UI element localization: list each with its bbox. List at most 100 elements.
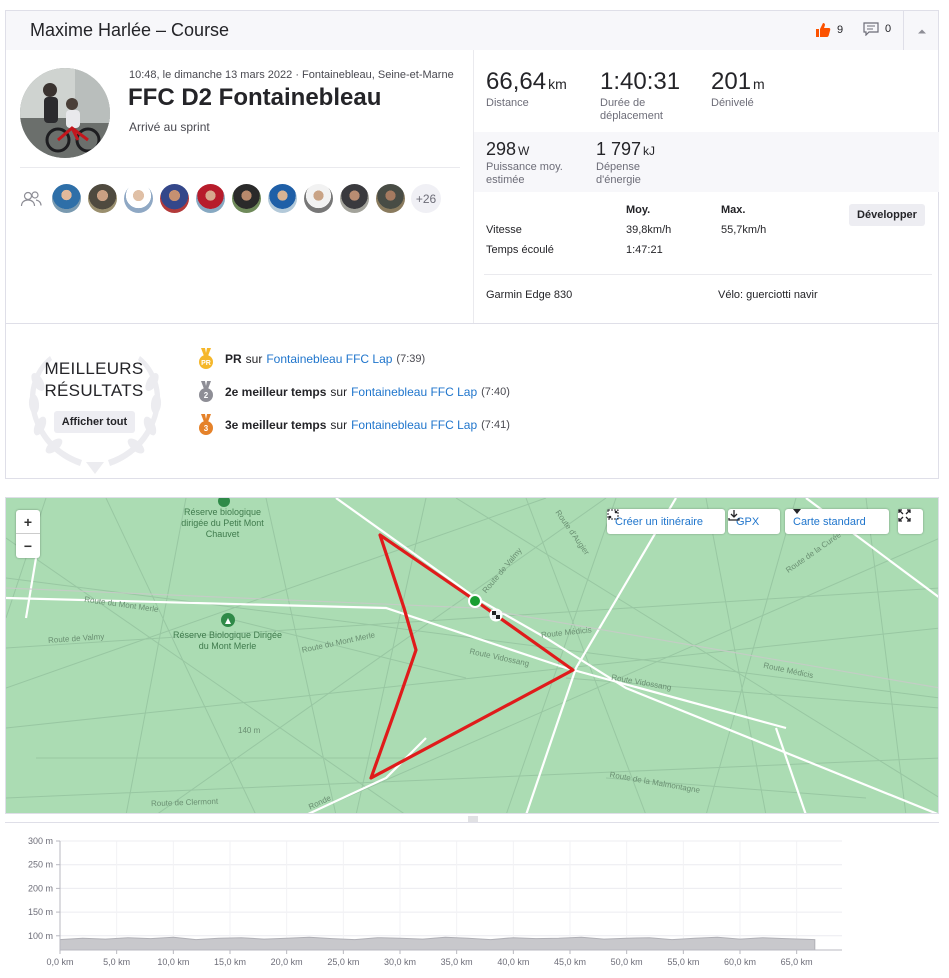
stat-moving-time: 1:40:31 Durée de déplacement (600, 68, 690, 123)
speed-label: Vitesse (486, 224, 522, 236)
thumbs-up-icon (816, 23, 831, 37)
stat-energy: 1 797 kJ Dépense d'énergie (596, 139, 676, 187)
moving-time-value: 1:40:31 (600, 68, 681, 95)
achievement-sur: sur (245, 352, 263, 366)
route-map[interactable]: Réserve biologique dirigée du Petit Mont… (5, 497, 939, 814)
stat-distance: 66,64 km Distance (486, 68, 567, 110)
col-avg: Moy. (626, 204, 651, 216)
y-tick-label: 300 m (28, 836, 53, 846)
achievement-item: PR PR sur Fontainebleau FFC Lap (7:39) (197, 348, 425, 370)
segment-link[interactable]: Fontainebleau FFC Lap (351, 385, 477, 399)
achievements-title-line2: RÉSULTATS (44, 381, 144, 400)
create-route-button[interactable]: Créer un itinéraire (607, 509, 725, 534)
gpx-button[interactable]: GPX (728, 509, 780, 534)
achievement-item: 2 2e meilleur temps sur Fontainebleau FF… (197, 381, 510, 403)
comment-count: 0 (885, 23, 892, 35)
stat-power: 298 W Puissance moy. estimée (486, 139, 576, 187)
y-tick-label: 100 m (28, 931, 53, 941)
segment-time: (7:40) (481, 386, 510, 398)
zoom-out-button[interactable]: − (16, 534, 40, 558)
col-max: Max. (721, 204, 746, 216)
fullscreen-button[interactable] (898, 509, 923, 534)
place-label: Réserve biologique dirigée du Petit Mont… (181, 507, 264, 539)
distance-unit: km (548, 76, 567, 92)
primary-stats: 66,64 km Distance 1:40:31 Durée de déplac… (474, 50, 939, 132)
athlete-avatar[interactable] (268, 184, 297, 213)
athlete-avatar[interactable] (88, 184, 117, 213)
achievement-sur: sur (330, 418, 348, 432)
activity-header: Maxime Harlée – Course 9 0 (5, 10, 939, 51)
activity-summary: 10:48, le dimanche 13 mars 2022 · Fontai… (5, 50, 939, 324)
elevation-label: 140 m (238, 726, 261, 735)
athlete-avatar[interactable] (232, 184, 261, 213)
achievement-rank: PR (225, 352, 242, 366)
segment-time: (7:39) (396, 353, 426, 365)
fullscreen-icon (898, 509, 911, 522)
kudos-button[interactable]: 9 (815, 22, 843, 38)
power-label: Puissance moy. estimée (486, 161, 563, 186)
athlete-avatar[interactable] (124, 184, 153, 213)
kudos-count: 9 (837, 24, 844, 36)
more-athletes-button[interactable]: +26 (411, 184, 441, 213)
achievements-panel: MEILLEURS RÉSULTATS Afficher tout PR PR … (5, 323, 939, 479)
athlete-list (52, 184, 412, 213)
y-tick-label: 250 m (28, 860, 53, 870)
x-tick-label: 45,0 km (554, 957, 586, 967)
zoom-controls: + − (16, 510, 40, 558)
athlete-avatar[interactable] (52, 184, 81, 213)
zoom-in-button[interactable]: + (16, 510, 40, 534)
activity-description: Arrivé au sprint (129, 120, 210, 134)
energy-value: 1 797 (596, 139, 642, 159)
finish-marker (489, 608, 503, 622)
athlete-avatar[interactable] (196, 184, 225, 213)
expand-button[interactable]: Développer (849, 204, 925, 226)
x-tick-label: 5,0 km (103, 957, 130, 967)
comment-button[interactable]: 0 (863, 22, 891, 36)
silver-medal-icon: 2 (199, 381, 213, 402)
segment-link[interactable]: Fontainebleau FFC Lap (266, 352, 392, 366)
divider (484, 274, 932, 275)
achievements-title-line1: MEILLEURS (44, 359, 144, 378)
show-all-button[interactable]: Afficher tout (54, 411, 135, 433)
place-label: Réserve Biologique Dirigée du Mont Merle (172, 630, 283, 651)
x-tick-label: 30,0 km (384, 957, 416, 967)
x-tick-label: 35,0 km (441, 957, 473, 967)
achievement-item: 3 3e meilleur temps sur Fontainebleau FF… (197, 414, 510, 436)
athlete-avatar[interactable] (160, 184, 189, 213)
route-icon (607, 509, 619, 520)
x-tick-label: 10,0 km (157, 957, 189, 967)
elevation-area (59, 936, 816, 951)
segment-link[interactable]: Fontainebleau FFC Lap (351, 418, 477, 432)
collapse-button[interactable] (904, 11, 939, 50)
avatar[interactable] (20, 68, 110, 158)
svg-text:3: 3 (204, 424, 209, 433)
speed-max: 55,7km/h (721, 224, 767, 236)
x-tick-label: 50,0 km (611, 957, 643, 967)
x-tick-label: 25,0 km (327, 957, 359, 967)
segment-time: (7:41) (481, 419, 510, 431)
achievement-rank: 2e meilleur temps (225, 385, 327, 399)
achievement-sur: sur (330, 385, 348, 399)
athlete-avatar[interactable] (376, 184, 405, 213)
laurel-icon (28, 356, 162, 474)
athlete-avatar[interactable] (340, 184, 369, 213)
x-tick-label: 0,0 km (46, 957, 73, 967)
device-name: Garmin Edge 830 (486, 289, 573, 301)
start-marker (468, 594, 482, 608)
elevation-label: Dénivelé (711, 97, 754, 109)
moving-time-label: Durée de déplacement (600, 97, 663, 122)
y-tick-label: 200 m (28, 883, 53, 893)
x-tick-label: 55,0 km (667, 957, 699, 967)
achievement-rank: 3e meilleur temps (225, 418, 327, 432)
activity-title: FFC D2 Fontainebleau (128, 84, 382, 111)
x-tick-label: 20,0 km (271, 957, 303, 967)
resize-handle-icon[interactable] (468, 816, 478, 822)
elevation-profile[interactable]: 300 m 250 m 200 m 150 m 100 m 0,0 km 5,0 km 10,… (5, 816, 939, 972)
map-type-select[interactable]: Carte standard (785, 509, 889, 534)
athlete-avatar[interactable] (304, 184, 333, 213)
comment-icon (863, 22, 879, 36)
activity-meta: 10:48, le dimanche 13 mars 2022 · Fontai… (129, 69, 454, 81)
speed-avg: 39,8km/h (626, 224, 672, 236)
elapsed-value: 1:47:21 (626, 244, 663, 256)
x-tick-label: 15,0 km (214, 957, 246, 967)
